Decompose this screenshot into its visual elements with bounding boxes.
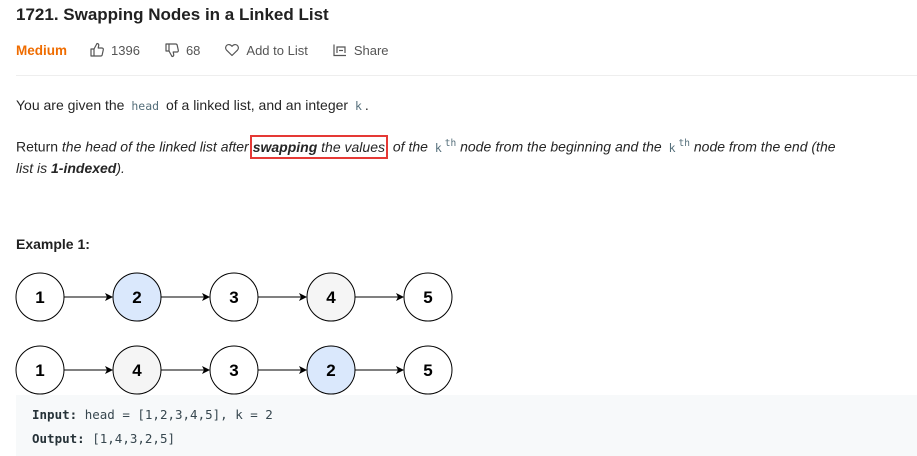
output-line: Output: [1,4,3,2,5] xyxy=(32,431,176,446)
thumbs-down-icon xyxy=(165,43,179,58)
inline-code-k: k xyxy=(354,99,362,113)
add-to-list-label: Add to List xyxy=(246,42,308,58)
problem-title: 1721. Swapping Nodes in a Linked List xyxy=(16,5,329,24)
before-node-label: 4 xyxy=(326,288,336,307)
before-node-label: 1 xyxy=(35,288,44,307)
after-node-label: 1 xyxy=(35,361,44,380)
after-node-label: 5 xyxy=(423,361,432,380)
difficulty-badge: Medium xyxy=(16,42,68,58)
after-node-label: 2 xyxy=(326,361,335,380)
thumbs-up-icon xyxy=(90,42,104,57)
add-to-list-button[interactable]: Add to List xyxy=(224,42,308,58)
dislike-count: 68 xyxy=(185,42,201,58)
like-count: 1396 xyxy=(111,42,140,58)
after-node-label: 3 xyxy=(229,361,238,380)
before-node-label: 5 xyxy=(423,288,432,307)
description-paragraph-3: list is 1-indexed). xyxy=(16,160,125,176)
linked-list-after-diagram: 1 4 3 2 5 xyxy=(15,345,453,395)
after-node-label: 4 xyxy=(132,361,142,380)
inline-code-head: head xyxy=(131,99,160,113)
description-paragraph-1: You are given the head of a linked list,… xyxy=(16,97,369,113)
highlight-box: swapping the values xyxy=(249,134,388,159)
heart-icon xyxy=(225,44,240,57)
dislike-button[interactable]: 68 xyxy=(164,42,200,58)
linked-list-before-diagram: 1 2 3 4 5 xyxy=(15,272,453,322)
example-heading: Example 1: xyxy=(16,236,90,252)
before-node-label: 2 xyxy=(132,288,141,307)
description-paragraph-2: Return the head of the linked list after… xyxy=(16,132,836,160)
before-node-label: 3 xyxy=(229,288,238,307)
example-code-block: Input: head = [1,2,3,4,5], k = 2 Output:… xyxy=(16,395,917,456)
divider xyxy=(16,75,917,76)
share-label: Share xyxy=(353,42,389,58)
like-button[interactable]: 1396 xyxy=(89,42,140,58)
problem-meta-bar: Medium 1396 68 Add to List Share xyxy=(16,40,413,60)
input-line: Input: head = [1,2,3,4,5], k = 2 xyxy=(32,407,273,422)
share-button[interactable]: Share xyxy=(332,42,389,58)
share-icon xyxy=(333,44,346,57)
